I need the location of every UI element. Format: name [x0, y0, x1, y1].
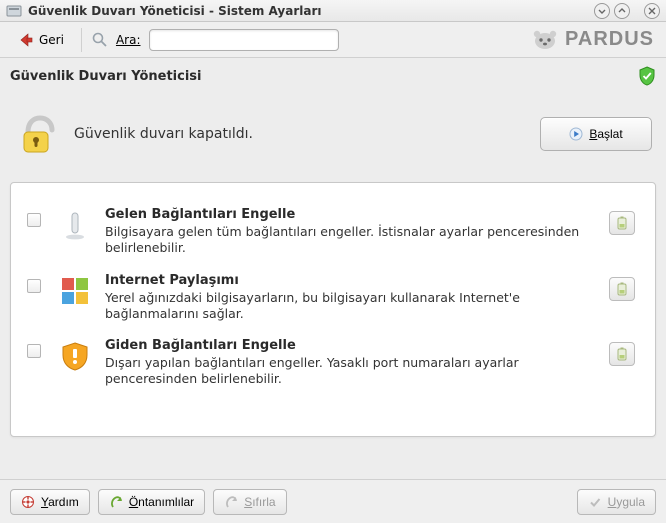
item-title: Gelen Bağlantıları Engelle [105, 207, 599, 222]
search-input[interactable] [149, 29, 339, 51]
start-label: Başlat [589, 127, 622, 141]
content: Güvenlik Duvarı Yöneticisi Güvenlik duva… [0, 58, 666, 479]
incoming-icon [59, 209, 91, 241]
module-header: Güvenlik Duvarı Yöneticisi [10, 64, 656, 92]
brand: pardus [531, 28, 658, 52]
defaults-label: Öntanımlılar [129, 495, 194, 509]
window: Güvenlik Duvarı Yöneticisi - Sistem Ayar… [0, 0, 666, 523]
item-title: Giden Bağlantıları Engelle [105, 338, 599, 353]
item-outgoing: Giden Bağlantıları Engelle Dışarı yapıla… [25, 330, 641, 396]
checkbox-incoming[interactable] [27, 213, 41, 227]
item-sharing: Internet Paylaşımı Yerel ağınızdaki bilg… [25, 265, 641, 331]
help-label: Yardım [41, 495, 79, 509]
toolbar-separator [81, 28, 82, 52]
minimize-button[interactable] [594, 3, 610, 19]
settings-button-incoming[interactable] [609, 211, 635, 235]
battery-icon [616, 216, 628, 230]
item-incoming: Gelen Bağlantıları Engelle Bilgisayara g… [25, 199, 641, 265]
app-icon [6, 3, 22, 19]
checkbox-sharing[interactable] [27, 279, 41, 293]
status-row: Güvenlik duvarı kapatıldı. Başlat [10, 110, 656, 178]
status-text: Güvenlik duvarı kapatıldı. [74, 126, 528, 142]
toolbar: Geri Ara: pardus [0, 22, 666, 58]
start-button[interactable]: Başlat [540, 117, 652, 151]
outgoing-icon [59, 340, 91, 372]
module-title: Güvenlik Duvarı Yöneticisi [10, 69, 638, 84]
defaults-icon [109, 495, 123, 509]
sharing-icon [59, 275, 91, 307]
back-arrow-icon [17, 32, 35, 48]
window-title: Güvenlik Duvarı Yöneticisi - Sistem Ayar… [28, 4, 594, 18]
lock-icon [14, 110, 62, 158]
checkbox-outgoing[interactable] [27, 344, 41, 358]
shield-icon [638, 66, 656, 86]
item-desc: Yerel ağınızdaki bilgisayarların, bu bil… [105, 290, 599, 323]
battery-icon [616, 347, 628, 361]
search-label: Ara: [116, 33, 141, 47]
reset-icon [224, 495, 238, 509]
item-text: Giden Bağlantıları Engelle Dışarı yapıla… [105, 338, 599, 388]
item-text: Gelen Bağlantıları Engelle Bilgisayara g… [105, 207, 599, 257]
battery-icon [616, 282, 628, 296]
back-button[interactable]: Geri [8, 28, 73, 52]
brand-text: pardus [565, 28, 654, 51]
search-icon [90, 30, 110, 50]
item-desc: Bilgisayara gelen tüm bağlantıları engel… [105, 224, 599, 257]
item-title: Internet Paylaşımı [105, 273, 599, 288]
options-panel: Gelen Bağlantıları Engelle Bilgisayara g… [10, 182, 656, 437]
defaults-button[interactable]: Öntanımlılar [98, 489, 205, 515]
titlebar: Güvenlik Duvarı Yöneticisi - Sistem Ayar… [0, 0, 666, 22]
reset-button[interactable]: Sıfırla [213, 489, 286, 515]
play-icon [569, 127, 583, 141]
help-icon [21, 495, 35, 509]
help-button[interactable]: Yardım [10, 489, 90, 515]
apply-label: Uygula [608, 495, 645, 509]
window-controls [594, 3, 660, 19]
item-text: Internet Paylaşımı Yerel ağınızdaki bilg… [105, 273, 599, 323]
reset-label: Sıfırla [244, 495, 275, 509]
bottombar: Yardım Öntanımlılar Sıfırla Uygula [0, 479, 666, 523]
settings-button-sharing[interactable] [609, 277, 635, 301]
back-label: Geri [39, 33, 64, 47]
item-desc: Dışarı yapılan bağlantıları engeller. Ya… [105, 355, 599, 388]
brand-logo-icon [531, 28, 559, 52]
maximize-button[interactable] [614, 3, 630, 19]
close-button[interactable] [644, 3, 660, 19]
settings-button-outgoing[interactable] [609, 342, 635, 366]
apply-button[interactable]: Uygula [577, 489, 656, 515]
apply-icon [588, 495, 602, 509]
